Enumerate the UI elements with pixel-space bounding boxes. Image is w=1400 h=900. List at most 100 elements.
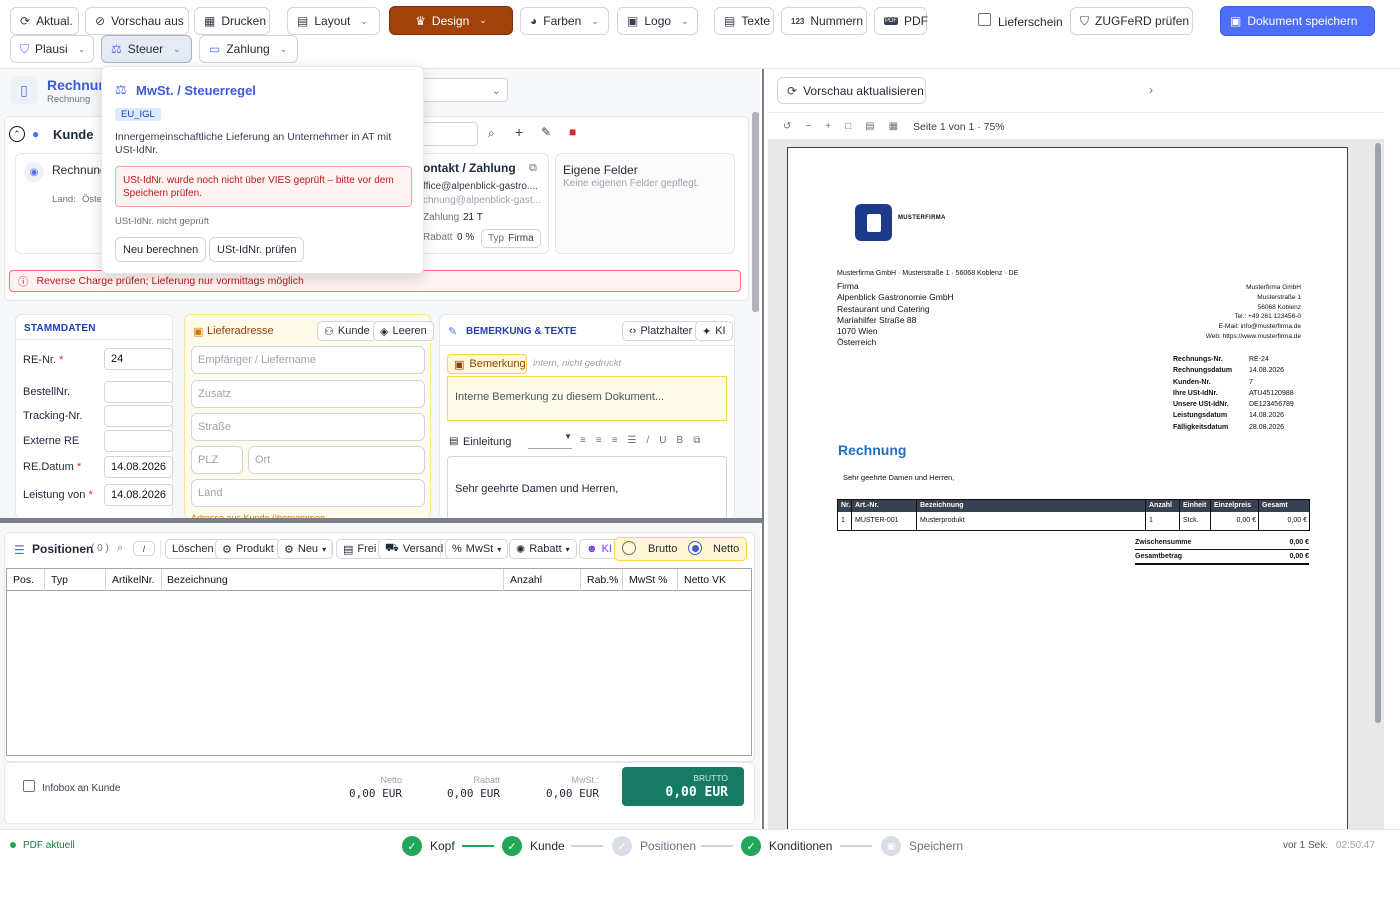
column-header[interactable]: Anzahl (504, 569, 581, 591)
addition-input[interactable]: Zusatz (191, 380, 425, 408)
search-shortcut[interactable]: / (133, 541, 155, 556)
code-icon: ‹› (629, 325, 637, 337)
numbers-button[interactable]: 123 Nummern (781, 7, 867, 35)
pdf-button[interactable]: PDF PDF (874, 7, 928, 35)
note-tab[interactable]: ▣ Bemerkung (447, 354, 527, 374)
align-right-icon[interactable]: ≡ (612, 435, 618, 446)
service-date-input[interactable]: 14.08.2026 (104, 484, 173, 506)
column-header[interactable]: MwSt % (623, 569, 678, 591)
plausi-dropdown[interactable]: ⛉ Plausi ⌄ (10, 35, 94, 63)
product-button[interactable]: ⚙ Produkt (215, 539, 281, 559)
tracking-no-input[interactable] (104, 405, 173, 427)
refresh-preview-button[interactable]: ⟳ Vorschau aktualisieren (777, 77, 926, 104)
ai-positions-button[interactable]: ☻ KI (579, 539, 619, 559)
align-left-icon[interactable]: ≡ (580, 435, 586, 446)
editor-scrollbar[interactable] (752, 112, 759, 312)
customer-search-input[interactable] (420, 122, 478, 146)
rotate-icon[interactable]: ↺ (783, 121, 791, 132)
fit-width-icon[interactable]: ▤ (865, 121, 874, 132)
placeholder-button[interactable]: ‹› Platzhalter (622, 321, 700, 341)
column-header[interactable]: ArtikelNr. (106, 569, 162, 591)
crown-icon: ♛ (415, 13, 426, 28)
infobox-checkbox[interactable] (23, 780, 35, 792)
logo-dropdown[interactable]: ▣ Logo ⌄ (617, 7, 698, 35)
step-positions[interactable]: ✓ Positionen (612, 836, 696, 856)
zoom-in-icon[interactable]: + (825, 121, 831, 132)
chevron-right-icon[interactable]: › (1149, 83, 1153, 97)
company-logo-text: MUSTERFIRMA (898, 215, 946, 221)
texts-button[interactable]: ▤ Texte (714, 7, 774, 35)
order-no-input[interactable] (104, 381, 173, 403)
own-fields-text: Keine eigenen Felder gepflegt. (563, 178, 700, 189)
text-icon: ▤ (449, 436, 459, 447)
column-header[interactable]: Rab.% (581, 569, 623, 591)
recipient-input[interactable]: Empfänger / Liefername (191, 346, 425, 374)
save-document-button[interactable]: ▣ Dokument speichern (1220, 6, 1375, 36)
preview-off-button[interactable]: ⊘ Vorschau aus (85, 7, 189, 35)
save-icon: ▣ (881, 836, 901, 856)
zip-input[interactable]: PLZ (191, 446, 243, 474)
colors-dropdown[interactable]: ◕ Farben ⌄ (520, 7, 609, 35)
edit-icon[interactable]: ✎ (541, 125, 551, 139)
delete-positions-button[interactable]: Löschen (165, 539, 221, 559)
link-icon[interactable]: ⧉ (693, 435, 700, 446)
search-icon[interactable]: ⌕ (488, 126, 495, 141)
preview-scrollbar[interactable] (1375, 143, 1381, 723)
clear-address-button[interactable]: ◈ Leeren (373, 321, 434, 341)
step-conditions[interactable]: ✓ Konditionen (741, 836, 832, 856)
take-customer-button[interactable]: ⚇ Kunde (317, 321, 377, 341)
align-center-icon[interactable]: ≡ (596, 435, 602, 446)
sparkle-icon: ✦ (702, 325, 712, 338)
step-customer[interactable]: ✓ Kunde (502, 836, 565, 856)
list-icon[interactable]: ☰ (628, 435, 637, 446)
print-button[interactable]: ▦ Drucken (194, 7, 270, 35)
column-header[interactable]: Bezeichnung (162, 569, 504, 591)
bold-icon[interactable]: B (677, 435, 684, 446)
recalculate-button[interactable]: Neu berechnen (115, 237, 207, 262)
invoice-meta: Rechnungs-Nr. RE-24 Rechnungsdatum 14.08.2… (1173, 356, 1294, 431)
check-vat-id-button[interactable]: USt-IdNr. prüfen (209, 237, 305, 262)
free-position-button[interactable]: ▤ Frei (336, 539, 384, 559)
italic-icon[interactable]: / (647, 435, 650, 446)
column-header[interactable]: Pos. (7, 569, 45, 591)
net-radio[interactable] (688, 541, 702, 555)
vat-dropdown[interactable]: % MwSt ▾ (445, 539, 509, 559)
payment-dropdown[interactable]: ▭ Zahlung ⌄ (199, 35, 298, 63)
zugferd-check-button[interactable]: ⛉ ZUGFeRD prüfen (1070, 7, 1193, 35)
search-icon[interactable]: ⌕ (117, 542, 123, 555)
underline-icon[interactable]: U (659, 435, 666, 446)
copy-icon[interactable]: ⧉ (529, 162, 537, 175)
step-save[interactable]: ▣ Speichern (881, 836, 963, 856)
step-head[interactable]: ✓ Kopf (402, 836, 455, 856)
layout-dropdown[interactable]: ▤ Layout ⌄ (287, 7, 380, 35)
format-select[interactable]: ▼ (528, 432, 572, 449)
country-input[interactable]: Land (191, 479, 425, 507)
collapse-icon[interactable]: ⌃ (9, 126, 25, 142)
net-total-label: Netto (380, 775, 402, 785)
invoice-no-input[interactable]: 24 (104, 348, 173, 370)
tracking-no-label: Tracking-Nr. (23, 410, 83, 422)
design-dropdown[interactable]: ♛ Design ⌄ (389, 6, 513, 35)
street-input[interactable]: Straße (191, 413, 425, 441)
document-type-select[interactable]: ⌄ (420, 78, 508, 102)
column-header[interactable]: Typ (45, 569, 106, 591)
city-input[interactable]: Ort (248, 446, 425, 474)
new-position-dropdown[interactable]: ⚙ Neu ▾ (277, 539, 334, 559)
discount-dropdown[interactable]: ✺ Rabatt ▾ (509, 539, 577, 559)
delivery-note-checkbox[interactable] (978, 13, 991, 26)
external-invoice-input[interactable] (104, 430, 173, 452)
intro-editor[interactable]: Sehr geehrte Damen und Herren, (447, 456, 727, 518)
internal-note-textarea[interactable]: Interne Bemerkung zu diesem Dokument... (447, 376, 727, 421)
fit-page-icon[interactable]: □ (845, 121, 851, 132)
email-invoice: chnung@alpenblick-gast... (423, 195, 541, 206)
zoom-out-icon[interactable]: − (805, 121, 811, 132)
delete-icon[interactable]: ■ (569, 125, 576, 139)
tax-dropdown[interactable]: ⚖ Steuer ⌄ (101, 35, 192, 63)
pane-splitter[interactable] (0, 518, 762, 523)
gross-radio[interactable] (622, 541, 636, 555)
ai-button[interactable]: ✦ KI (695, 321, 733, 341)
invoice-date-input[interactable]: 14.08.2026 (104, 456, 173, 478)
add-icon[interactable]: + (515, 124, 523, 140)
column-header[interactable]: Netto VK (678, 569, 751, 591)
refresh-button[interactable]: ⟳ Aktual. (10, 7, 79, 35)
